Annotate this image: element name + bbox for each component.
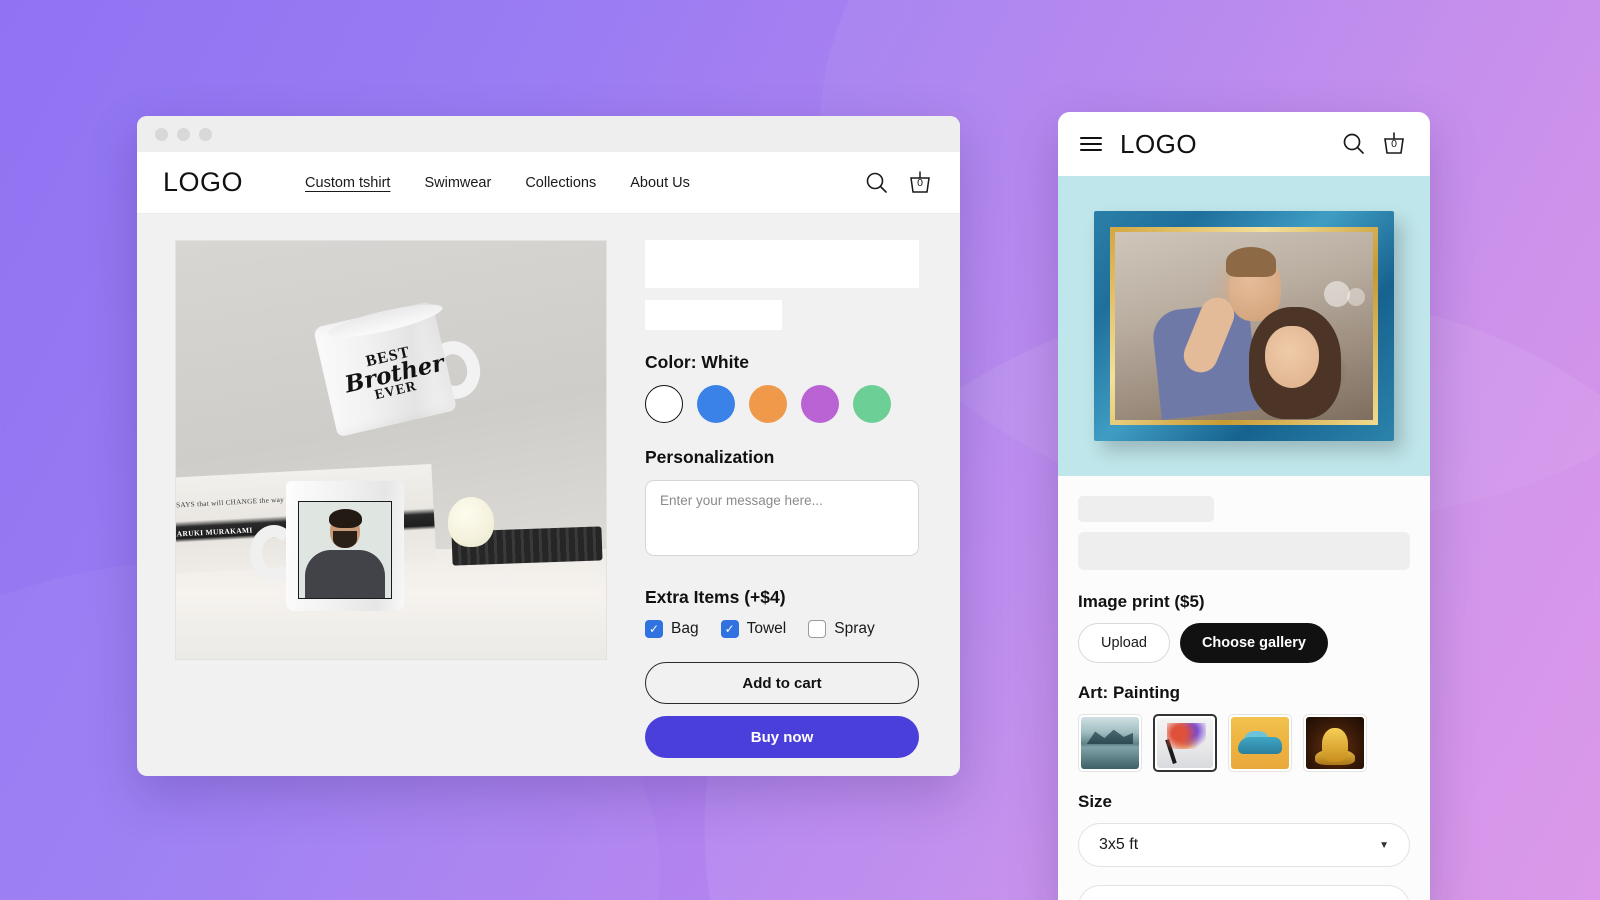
- photo-bokeh-light-2: [1347, 288, 1366, 307]
- art-thumbnail-group: [1078, 714, 1410, 772]
- nav-item-about-us[interactable]: About Us: [630, 175, 690, 191]
- art-thumb-abstract-splash[interactable]: [1153, 714, 1217, 772]
- mobile-header-icon-group: 0: [1341, 130, 1408, 158]
- art-option-label: Art: Painting: [1078, 683, 1180, 702]
- buy-now-button[interactable]: Buy now: [645, 716, 919, 758]
- product-options-column: Color: White Personalization Extra Items…: [645, 240, 934, 770]
- size-select[interactable]: 3x5 ft ▼: [1078, 823, 1410, 867]
- color-swatch-orange[interactable]: [749, 385, 787, 423]
- color-swatch-purple[interactable]: [801, 385, 839, 423]
- mobile-title-skeleton: [1078, 496, 1214, 522]
- add-to-cart-button[interactable]: Add to cart: [645, 662, 919, 704]
- checkbox-item-spray[interactable]: Spray: [808, 620, 875, 638]
- checkbox-label-spray: Spray: [834, 620, 875, 637]
- checkbox-bag[interactable]: ✓: [645, 620, 663, 638]
- color-swatch-white[interactable]: [645, 385, 683, 423]
- checkbox-spray[interactable]: [808, 620, 827, 638]
- art-thumb-vintage-car[interactable]: [1228, 714, 1292, 772]
- scene-rose-candle: [448, 497, 494, 547]
- choose-gallery-button[interactable]: Choose gallery: [1179, 623, 1328, 663]
- mobile-next-field-stub[interactable]: [1078, 885, 1410, 900]
- upload-button[interactable]: Upload: [1078, 623, 1170, 663]
- desktop-site-header: LOGO Custom tshirt Swimwear Collections …: [137, 152, 960, 214]
- hamburger-menu-icon[interactable]: [1080, 137, 1102, 151]
- checkbox-towel[interactable]: ✓: [720, 620, 739, 638]
- couple-woman-face: [1264, 326, 1319, 388]
- personalization-input[interactable]: [645, 480, 919, 556]
- cart-icon[interactable]: 0: [1380, 130, 1408, 158]
- site-logo[interactable]: LOGO: [163, 167, 243, 198]
- window-minimize-dot[interactable]: [177, 127, 190, 141]
- search-icon[interactable]: [864, 170, 890, 196]
- picture-frame-outer: [1094, 211, 1394, 441]
- title-skeleton-placeholder: [645, 240, 919, 288]
- header-icon-group: 0: [864, 169, 934, 197]
- art-thumb-mountain-lake[interactable]: [1078, 714, 1142, 772]
- chevron-down-icon: ▼: [1379, 839, 1389, 851]
- cart-icon[interactable]: 0: [906, 169, 934, 197]
- couple-man-hair: [1225, 247, 1276, 278]
- mobile-site-logo[interactable]: LOGO: [1120, 129, 1197, 160]
- mobile-preview-window: LOGO 0 Image print ($5) Upload Choose ga…: [1058, 112, 1430, 900]
- mobile-site-header: LOGO 0: [1058, 112, 1430, 176]
- size-option-label: Size: [1078, 792, 1113, 811]
- couple-photo: [1115, 232, 1373, 420]
- product-detail-body: ESSAYS that will CHANGE the way YOU THIN…: [137, 214, 960, 770]
- desktop-browser-window: LOGO Custom tshirt Swimwear Collections …: [137, 116, 960, 776]
- mobile-description-skeleton: [1078, 532, 1410, 570]
- checkbox-label-towel: Towel: [746, 620, 787, 637]
- photo-person-hair: [329, 509, 362, 528]
- extra-items-group: ✓ Bag ✓ Towel Spray: [645, 620, 934, 638]
- mobile-cart-count-badge: 0: [1391, 138, 1397, 150]
- photo-person-beard: [333, 531, 357, 548]
- checkbox-item-towel[interactable]: ✓ Towel: [720, 620, 787, 638]
- photo-bokeh-light-1: [1323, 280, 1350, 307]
- extra-items-label: Extra Items (+$4): [645, 587, 786, 607]
- mobile-options-body: Image print ($5) Upload Choose gallery A…: [1058, 476, 1430, 900]
- mobile-hero-framed-photo[interactable]: [1058, 176, 1430, 476]
- product-image-mug[interactable]: ESSAYS that will CHANGE the way YOU THIN…: [175, 240, 607, 660]
- checkbox-label-bag: Bag: [671, 620, 699, 637]
- main-navigation: Custom tshirt Swimwear Collections About…: [305, 175, 690, 191]
- image-source-button-group: Upload Choose gallery: [1078, 623, 1410, 663]
- art-thumb-golden-buddha[interactable]: [1303, 714, 1367, 772]
- color-swatch-green[interactable]: [853, 385, 891, 423]
- color-swatch-group: [645, 385, 934, 423]
- checkbox-item-bag[interactable]: ✓ Bag: [645, 620, 699, 638]
- mug-photo-print: [298, 501, 392, 599]
- personalization-label: Personalization: [645, 447, 775, 467]
- cart-count-badge: 0: [917, 176, 923, 189]
- image-print-label: Image print ($5): [1078, 592, 1205, 611]
- window-close-dot[interactable]: [155, 127, 168, 141]
- nav-item-swimwear[interactable]: Swimwear: [424, 175, 491, 191]
- color-option-label: Color: White: [645, 352, 750, 372]
- size-select-value: 3x5 ft: [1099, 836, 1139, 853]
- picture-frame-gold-inner: [1110, 227, 1378, 425]
- nav-item-collections[interactable]: Collections: [525, 175, 596, 191]
- window-maximize-dot[interactable]: [199, 127, 212, 141]
- browser-chrome-bar: [137, 116, 960, 152]
- color-swatch-blue[interactable]: [697, 385, 735, 423]
- search-icon[interactable]: [1341, 131, 1367, 157]
- price-skeleton-placeholder: [645, 300, 782, 330]
- photo-person-body: [305, 550, 385, 598]
- nav-item-custom-tshirt[interactable]: Custom tshirt: [305, 175, 390, 191]
